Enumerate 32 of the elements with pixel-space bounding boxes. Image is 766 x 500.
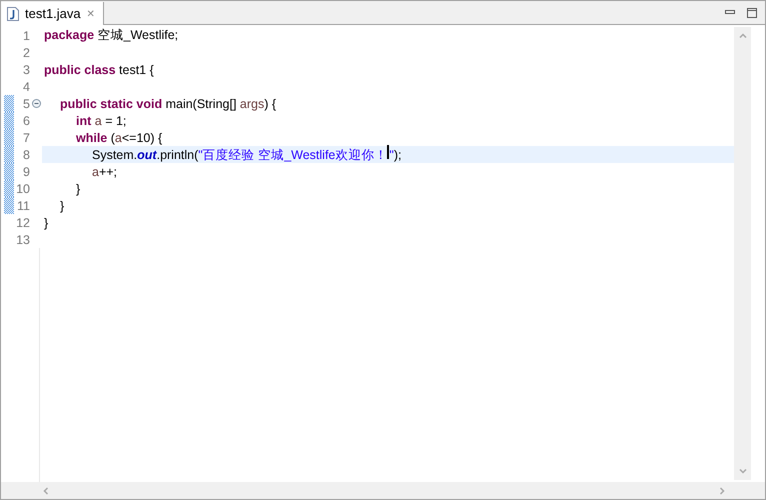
line-number: 7 xyxy=(22,130,30,144)
code-line: while (a<=10) { xyxy=(76,130,162,144)
maximize-icon[interactable] xyxy=(747,8,757,18)
line-number: 13 xyxy=(15,232,30,246)
line-number: 11 xyxy=(16,198,30,212)
line-number: 9 xyxy=(22,164,30,178)
code-line: } xyxy=(76,182,80,196)
tab-title: test1.java xyxy=(25,6,81,21)
line-number: 4 xyxy=(22,80,30,94)
code-line: package 空城_Westlife; xyxy=(44,27,178,44)
collapse-icon[interactable] xyxy=(32,99,40,108)
code-line: System.out.println("百度经验 空城_Westlife欢迎你！ "); xyxy=(92,145,402,164)
code-line: a++; xyxy=(92,164,118,178)
code-line: } xyxy=(60,198,64,212)
line-number: 10 xyxy=(15,182,30,196)
line-number: 2 xyxy=(22,46,30,60)
code-line: public static void main(String[] args) { xyxy=(60,96,276,110)
line-number: 1 xyxy=(22,28,30,42)
code-line: public class test1 { xyxy=(44,62,154,76)
vertical-scrollbar[interactable] xyxy=(734,27,751,480)
code-line: } xyxy=(44,216,48,230)
line-number: 12 xyxy=(15,216,30,230)
line-number: 6 xyxy=(22,114,30,128)
line-number: 8 xyxy=(22,148,30,162)
java-file-icon xyxy=(7,6,19,20)
line-number: 5 xyxy=(22,96,30,110)
line-number: 3 xyxy=(22,62,30,76)
editor-tab[interactable]: test1.java ✕ xyxy=(1,2,104,25)
text-caret xyxy=(387,145,390,159)
close-icon[interactable]: ✕ xyxy=(86,8,95,20)
minimize-icon[interactable] xyxy=(725,10,735,15)
code-line: int a = 1; xyxy=(76,114,126,128)
